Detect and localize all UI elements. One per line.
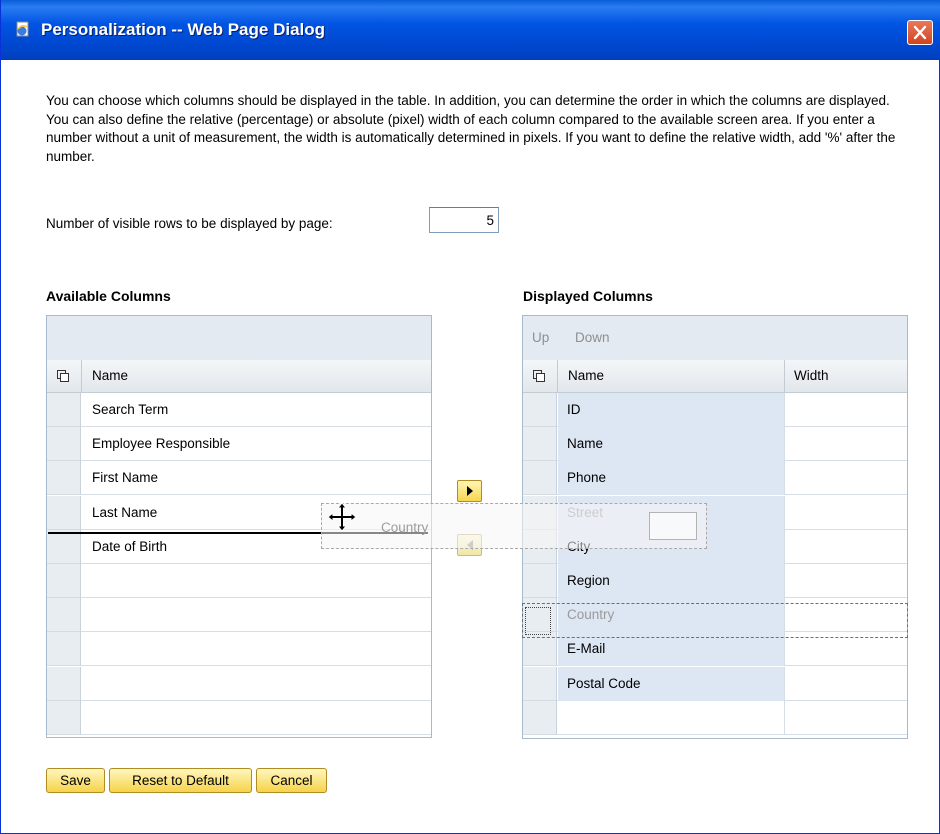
table-row[interactable]: Postal Code bbox=[523, 666, 907, 701]
displayed-row-name: ID bbox=[558, 393, 785, 427]
move-cursor-icon bbox=[325, 500, 359, 534]
table-row[interactable]: First Name bbox=[47, 461, 431, 496]
down-button[interactable]: Down bbox=[575, 330, 610, 345]
table-row[interactable]: Employee Responsible bbox=[47, 427, 431, 462]
available-row-name: First Name bbox=[92, 470, 159, 486]
table-row[interactable]: Search Term bbox=[47, 393, 431, 427]
row-selector[interactable] bbox=[47, 461, 81, 496]
displayed-row-name: Postal Code bbox=[558, 666, 785, 701]
reset-to-default-button[interactable]: Reset to Default bbox=[109, 768, 252, 793]
table-row[interactable]: Phone bbox=[523, 461, 907, 496]
available-row-name: Last Name bbox=[92, 504, 158, 520]
width-field[interactable] bbox=[785, 667, 907, 701]
available-row-name: Date of Birth bbox=[92, 538, 168, 554]
width-field[interactable] bbox=[785, 496, 907, 530]
ie-page-icon bbox=[16, 21, 29, 37]
width-field[interactable] bbox=[785, 530, 907, 564]
select-all-icon[interactable] bbox=[523, 360, 558, 392]
row-selector[interactable] bbox=[47, 632, 81, 667]
available-header-name: Name bbox=[92, 368, 129, 383]
visible-rows-input[interactable] bbox=[429, 207, 499, 233]
displayed-row-name: Name bbox=[558, 427, 785, 462]
displayed-row-name: Phone bbox=[558, 461, 785, 496]
displayed-row-name: Region bbox=[558, 564, 785, 598]
cancel-button[interactable]: Cancel bbox=[256, 768, 327, 793]
row-selector[interactable] bbox=[47, 700, 81, 735]
row-selector[interactable] bbox=[47, 427, 81, 462]
description-text: You can choose which columns should be d… bbox=[46, 93, 896, 164]
table-row[interactable] bbox=[47, 666, 431, 701]
close-button[interactable] bbox=[907, 20, 933, 45]
up-button[interactable]: Up bbox=[532, 330, 549, 345]
drag-ghost-label: Country bbox=[381, 520, 429, 535]
width-field[interactable] bbox=[785, 701, 907, 735]
row-selector[interactable] bbox=[47, 564, 81, 598]
title-bar: Personalization -- Web Page Dialog bbox=[1, 0, 940, 60]
row-selector[interactable] bbox=[47, 495, 81, 530]
available-columns-title: Available Columns bbox=[46, 288, 171, 304]
width-field[interactable] bbox=[785, 461, 907, 495]
row-selector[interactable] bbox=[523, 666, 557, 701]
width-field[interactable] bbox=[785, 427, 907, 461]
displayed-header-name: Name bbox=[559, 360, 785, 392]
row-selector[interactable] bbox=[523, 564, 557, 598]
available-row-name: Employee Responsible bbox=[92, 436, 231, 452]
table-row[interactable]: Region bbox=[523, 564, 907, 598]
row-selector[interactable] bbox=[523, 700, 557, 735]
visible-rows-label: Number of visible rows to be displayed b… bbox=[46, 216, 333, 231]
table-row[interactable] bbox=[47, 564, 431, 598]
table-row[interactable] bbox=[523, 700, 907, 735]
table-row[interactable] bbox=[47, 700, 431, 735]
table-row[interactable]: ID bbox=[523, 393, 907, 427]
drop-target-outline bbox=[522, 603, 908, 638]
row-selector[interactable] bbox=[47, 666, 81, 701]
available-row-name: Search Term bbox=[92, 402, 169, 417]
displayed-row-empty bbox=[558, 700, 785, 735]
displayed-header-width: Width bbox=[794, 368, 829, 383]
table-row[interactable] bbox=[47, 598, 431, 633]
displayed-columns-title: Displayed Columns bbox=[523, 288, 653, 304]
window-title: Personalization -- Web Page Dialog bbox=[41, 20, 326, 39]
row-selector[interactable] bbox=[47, 598, 81, 633]
drag-ghost-cell bbox=[649, 512, 697, 540]
width-field[interactable] bbox=[785, 393, 907, 427]
row-selector[interactable] bbox=[523, 427, 557, 462]
move-right-button[interactable] bbox=[457, 480, 482, 502]
displayed-header: Name Width bbox=[523, 360, 907, 393]
save-button[interactable]: Save bbox=[46, 768, 105, 793]
dialog-window: Personalization -- Web Page Dialog You c… bbox=[0, 0, 940, 834]
close-icon bbox=[913, 25, 927, 40]
available-toolbar bbox=[47, 316, 431, 361]
row-selector[interactable] bbox=[523, 393, 557, 427]
table-row[interactable]: Name bbox=[523, 427, 907, 462]
arrow-right-icon bbox=[467, 486, 473, 496]
drop-target-select-outline bbox=[525, 607, 551, 635]
available-header: Name bbox=[47, 360, 431, 393]
row-selector[interactable] bbox=[523, 461, 557, 496]
width-field[interactable] bbox=[785, 564, 907, 598]
select-all-icon[interactable] bbox=[47, 360, 82, 392]
displayed-toolbar: Up Down bbox=[523, 316, 907, 361]
row-selector[interactable] bbox=[47, 529, 81, 564]
row-selector[interactable] bbox=[47, 393, 81, 427]
table-row[interactable] bbox=[47, 632, 431, 667]
